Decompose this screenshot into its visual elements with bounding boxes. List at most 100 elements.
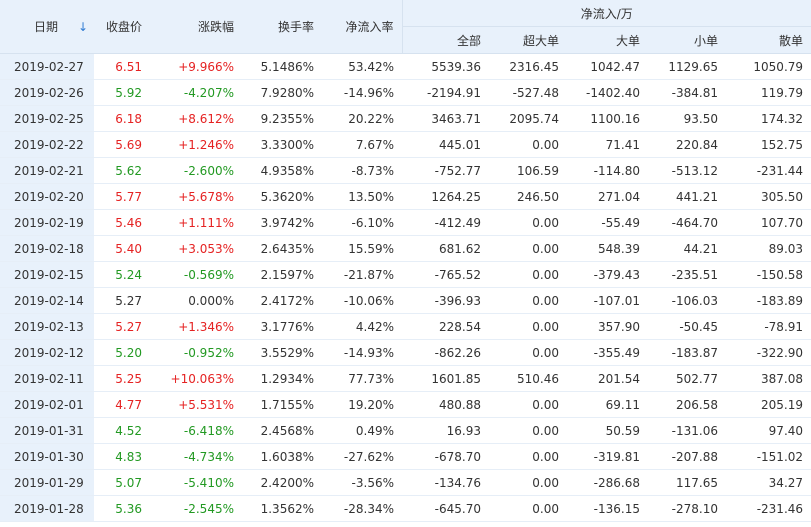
cell-small: -50.45 bbox=[648, 313, 726, 340]
header-change[interactable]: 涨跌幅 bbox=[150, 0, 242, 54]
cell-retail: 119.79 bbox=[726, 79, 811, 106]
cell-retail: -231.46 bbox=[726, 495, 811, 522]
header-large[interactable]: 大单 bbox=[567, 26, 648, 54]
cell-small: 44.21 bbox=[648, 235, 726, 262]
table-row: 2019-02-20 5.77 +5.678% 5.3620% 13.50% 1264.2… bbox=[0, 183, 811, 210]
cell-total: -396.93 bbox=[402, 287, 489, 314]
header-turnover[interactable]: 换手率 bbox=[242, 0, 322, 54]
cell-small: -207.88 bbox=[648, 443, 726, 470]
cell-retail: 152.75 bbox=[726, 131, 811, 158]
cell-small: 220.84 bbox=[648, 131, 726, 158]
cell-retail: 89.03 bbox=[726, 235, 811, 262]
cell-turnover: 2.6435% bbox=[242, 235, 322, 262]
table-row: 2019-02-12 5.20 -0.952% 3.5529% -14.93% -862.… bbox=[0, 339, 811, 366]
cell-close: 5.77 bbox=[94, 183, 150, 210]
cell-close: 5.62 bbox=[94, 157, 150, 184]
table-row: 2019-02-22 5.69 +1.246% 3.3300% 7.67% 445.01 0… bbox=[0, 131, 811, 158]
cell-netflow-rate: 20.22% bbox=[322, 105, 402, 132]
cell-super: 0.00 bbox=[489, 131, 567, 158]
cell-close: 5.25 bbox=[94, 365, 150, 392]
cell-small: -384.81 bbox=[648, 79, 726, 106]
cell-date: 2019-02-22 bbox=[0, 131, 95, 158]
cell-super: 0.00 bbox=[489, 391, 567, 418]
cell-large: 201.54 bbox=[567, 365, 648, 392]
cell-super: 0.00 bbox=[489, 235, 567, 262]
cell-turnover: 3.9742% bbox=[242, 209, 322, 236]
header-date[interactable]: 日期 bbox=[0, 0, 72, 54]
cell-netflow-rate: 15.59% bbox=[322, 235, 402, 262]
cell-netflow-rate: -14.96% bbox=[322, 79, 402, 106]
cell-small: -464.70 bbox=[648, 209, 726, 236]
table-row: 2019-02-27 6.51 +9.966% 5.1486% 53.42% 5539.3… bbox=[0, 53, 811, 80]
table-row: 2019-02-19 5.46 +1.111% 3.9742% -6.10% -412.4… bbox=[0, 209, 811, 236]
cell-large: -319.81 bbox=[567, 443, 648, 470]
cell-netflow-rate: 19.20% bbox=[322, 391, 402, 418]
cell-date: 2019-01-30 bbox=[0, 443, 95, 470]
cell-super: 0.00 bbox=[489, 209, 567, 236]
table-row: 2019-01-29 5.07 -5.410% 2.4200% -3.56% -134.7… bbox=[0, 469, 811, 496]
cell-large: 71.41 bbox=[567, 131, 648, 158]
sort-desc-icon[interactable]: ↓ bbox=[72, 0, 94, 54]
cell-retail: -322.90 bbox=[726, 339, 811, 366]
cell-date: 2019-02-26 bbox=[0, 79, 95, 106]
cell-change: +8.612% bbox=[150, 105, 242, 132]
cell-close: 5.46 bbox=[94, 209, 150, 236]
cell-netflow-rate: -27.62% bbox=[322, 443, 402, 470]
cell-super: 2316.45 bbox=[489, 53, 567, 80]
table-row: 2019-02-21 5.62 -2.600% 4.9358% -8.73% -752.7… bbox=[0, 157, 811, 184]
cell-change: +1.111% bbox=[150, 209, 242, 236]
cell-large: -286.68 bbox=[567, 469, 648, 496]
cell-date: 2019-02-13 bbox=[0, 313, 95, 340]
cell-retail: 205.19 bbox=[726, 391, 811, 418]
table-row: 2019-01-30 4.83 -4.734% 1.6038% -27.62% -678.… bbox=[0, 443, 811, 470]
cell-close: 5.40 bbox=[94, 235, 150, 262]
table-row: 2019-01-28 5.36 -2.545% 1.3562% -28.34% -645.… bbox=[0, 495, 811, 522]
header-small[interactable]: 小单 bbox=[648, 26, 726, 54]
header-retail[interactable]: 散单 bbox=[726, 26, 811, 54]
header-netflow-rate[interactable]: 净流入率 bbox=[322, 0, 402, 54]
cell-total: 480.88 bbox=[402, 391, 489, 418]
cell-retail: -78.91 bbox=[726, 313, 811, 340]
table-row: 2019-01-31 4.52 -6.418% 2.4568% 0.49% 16.93 0.… bbox=[0, 417, 811, 444]
cell-large: -107.01 bbox=[567, 287, 648, 314]
table-row: 2019-02-13 5.27 +1.346% 3.1776% 4.42% 228.54 0… bbox=[0, 313, 811, 340]
cell-close: 5.69 bbox=[94, 131, 150, 158]
cell-turnover: 7.9280% bbox=[242, 79, 322, 106]
cell-total: -862.26 bbox=[402, 339, 489, 366]
header-close[interactable]: 收盘价 bbox=[94, 0, 150, 54]
cell-super: 0.00 bbox=[489, 495, 567, 522]
cell-date: 2019-02-25 bbox=[0, 105, 95, 132]
cell-change: +5.531% bbox=[150, 391, 242, 418]
cell-total: 445.01 bbox=[402, 131, 489, 158]
cell-retail: -151.02 bbox=[726, 443, 811, 470]
cell-retail: 97.40 bbox=[726, 417, 811, 444]
table-row: 2019-02-01 4.77 +5.531% 1.7155% 19.20% 480.88… bbox=[0, 391, 811, 418]
cell-netflow-rate: -3.56% bbox=[322, 469, 402, 496]
cell-retail: 107.70 bbox=[726, 209, 811, 236]
cell-total: -752.77 bbox=[402, 157, 489, 184]
cell-total: -412.49 bbox=[402, 209, 489, 236]
cell-change: +1.346% bbox=[150, 313, 242, 340]
table-header: 日期 ↓ 收盘价 涨跌幅 换手率 净流入率 净流入/万 全部 超大单 大单 小单… bbox=[0, 0, 811, 54]
cell-change: -2.545% bbox=[150, 495, 242, 522]
table-row: 2019-02-26 5.92 -4.207% 7.9280% -14.96% -2194… bbox=[0, 79, 811, 106]
cell-retail: -150.58 bbox=[726, 261, 811, 288]
cell-turnover: 3.3300% bbox=[242, 131, 322, 158]
cell-change: +5.678% bbox=[150, 183, 242, 210]
cell-small: 206.58 bbox=[648, 391, 726, 418]
header-super[interactable]: 超大单 bbox=[489, 26, 567, 54]
cell-close: 5.07 bbox=[94, 469, 150, 496]
cell-small: 117.65 bbox=[648, 469, 726, 496]
fund-flow-table: 日期 ↓ 收盘价 涨跌幅 换手率 净流入率 净流入/万 全部 超大单 大单 小单… bbox=[0, 0, 811, 522]
cell-total: -645.70 bbox=[402, 495, 489, 522]
cell-small: 93.50 bbox=[648, 105, 726, 132]
cell-turnover: 2.1597% bbox=[242, 261, 322, 288]
cell-large: -379.43 bbox=[567, 261, 648, 288]
table-row: 2019-02-18 5.40 +3.053% 2.6435% 15.59% 681.62… bbox=[0, 235, 811, 262]
cell-netflow-rate: 4.42% bbox=[322, 313, 402, 340]
cell-large: -1402.40 bbox=[567, 79, 648, 106]
cell-super: 246.50 bbox=[489, 183, 567, 210]
cell-large: 69.11 bbox=[567, 391, 648, 418]
header-total[interactable]: 全部 bbox=[401, 26, 489, 54]
cell-total: 228.54 bbox=[402, 313, 489, 340]
